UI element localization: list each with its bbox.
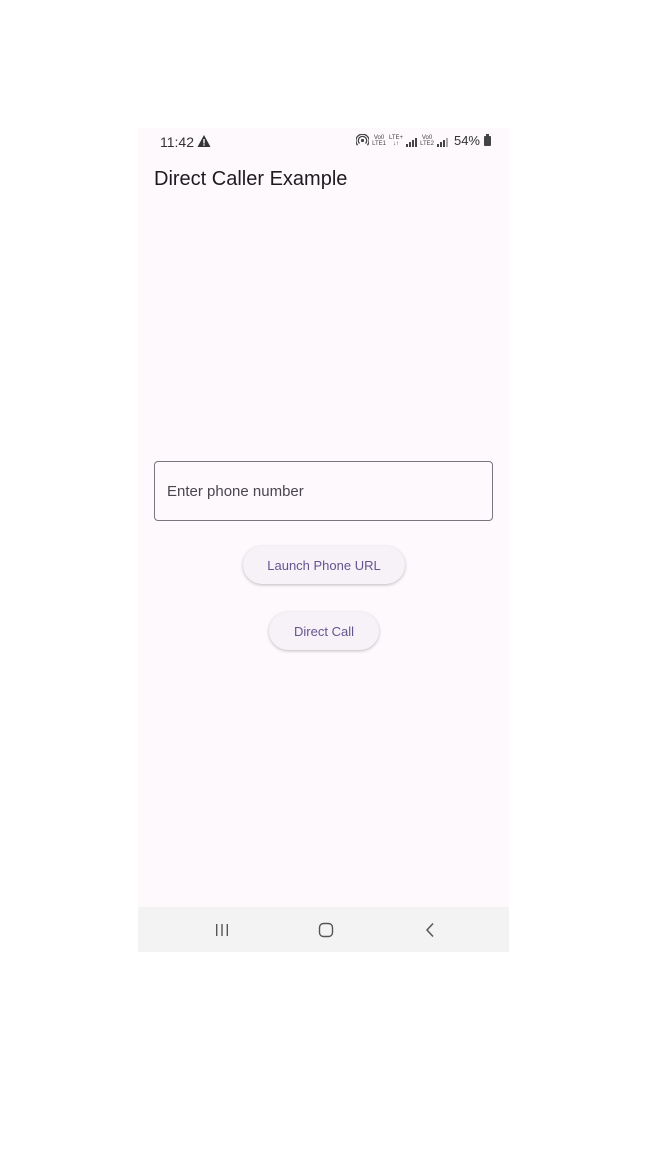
recents-icon: [216, 923, 228, 936]
status-time: 11:42: [160, 134, 194, 150]
network-label-3: Vo0 LTE2: [420, 134, 434, 147]
signal-icon: [406, 135, 418, 147]
home-icon: [318, 922, 334, 937]
network-label-1: Vo0 LTE1: [372, 134, 386, 147]
status-bar: 11:42 Vo0 LTE1 LTE+ ↓↑ Vo0 LTE2 54%: [138, 128, 509, 154]
back-icon: [425, 922, 434, 937]
battery-icon: [484, 133, 491, 146]
direct-call-button[interactable]: Direct Call: [269, 612, 379, 650]
network-label-2: LTE+ ↓↑: [389, 134, 404, 147]
battery-percent: 54%: [453, 133, 480, 148]
signal-icon: [436, 135, 448, 147]
status-icons: Vo0 LTE1 LTE+ ↓↑ Vo0 LTE2 54%: [356, 133, 491, 148]
hotspot-icon: [356, 134, 370, 146]
home-button[interactable]: [296, 907, 356, 952]
recents-button[interactable]: [192, 907, 252, 952]
navigation-bar: [138, 907, 509, 952]
phone-screen: 11:42 Vo0 LTE1 LTE+ ↓↑ Vo0 LTE2 54% Dire…: [138, 128, 509, 952]
launch-phone-url-button[interactable]: Launch Phone URL: [243, 546, 405, 584]
app-title: Direct Caller Example: [154, 168, 348, 190]
phone-number-input[interactable]: [154, 461, 493, 521]
warning-icon: [197, 135, 211, 147]
back-button[interactable]: [400, 907, 460, 952]
